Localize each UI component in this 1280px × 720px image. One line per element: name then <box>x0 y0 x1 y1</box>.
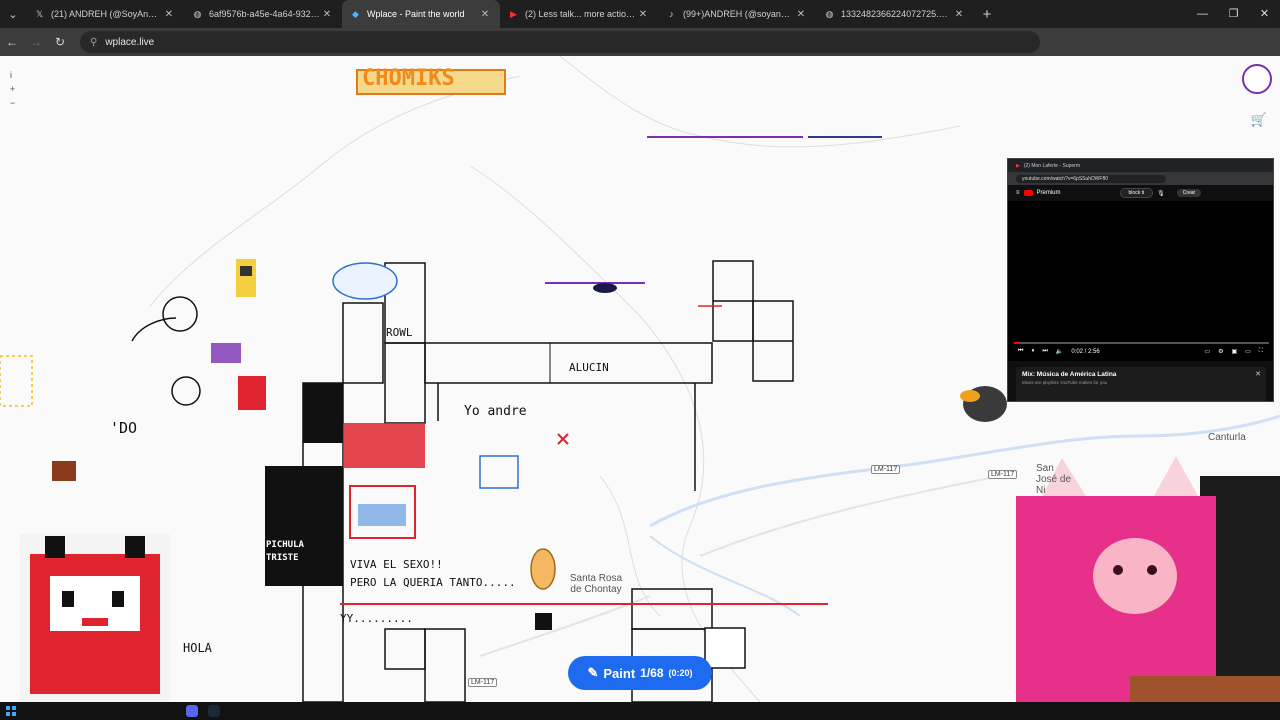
canvas-text-pichula: PICHULA <box>266 540 304 550</box>
road-label: LM-117 <box>871 465 901 474</box>
pip-url-input[interactable]: youtube.com/watch?v=6pSSuhDWFfI0 <box>1016 174 1166 183</box>
volume-icon[interactable]: 🔈 <box>1056 348 1063 355</box>
road-label: LM-117 <box>468 678 498 687</box>
tab-tiktok[interactable]: ♪ (99+)ANDREH (@soyandreh) | ✕ <box>658 0 816 28</box>
minimize-icon[interactable]: — <box>1187 0 1218 28</box>
windows-start-icon[interactable] <box>6 706 16 716</box>
previous-icon[interactable]: ⏮ <box>1018 348 1023 355</box>
canvas-text-rowl: ROWL <box>386 326 413 339</box>
steam-icon[interactable] <box>208 705 220 717</box>
map-side-controls: i + − <box>10 68 22 110</box>
youtube-logo-icon[interactable] <box>1023 190 1033 196</box>
menu-icon[interactable]: ≡ <box>1016 190 1020 196</box>
paint-button[interactable]: ✎ Paint 1/68 (0:20) <box>568 656 712 690</box>
tab-x[interactable]: 𝕏 (21) ANDREH (@SoyAndreh) / X ✕ <box>26 0 184 28</box>
canvas-text-yy: YY......... <box>340 612 413 625</box>
settings-gear-icon[interactable]: ⚙ <box>1218 348 1223 355</box>
canvas-text-alucin: ALUCIN <box>569 361 609 374</box>
tab-png[interactable]: ◍ 1332482366224072725.png (1 ✕ <box>816 0 974 28</box>
info-icon[interactable]: i <box>10 68 22 82</box>
mix-playlist-card[interactable]: Mix: Música de América Latina Mixes are … <box>1016 367 1266 401</box>
pip-browser-window[interactable]: ▶ (2) Mon Laferte - Superm youtube.com/w… <box>1007 158 1274 402</box>
pip-address-bar: youtube.com/watch?v=6pSSuhDWFfI0 <box>1008 172 1273 185</box>
close-icon[interactable]: ✕ <box>636 9 650 20</box>
youtube-icon: ▶ <box>1016 162 1020 169</box>
place-san-jose: San José de Ni <box>1036 463 1072 496</box>
video-player[interactable] <box>1008 201 1273 361</box>
wplace-user-icon[interactable] <box>1242 64 1272 94</box>
url-input[interactable]: ⚲ wplace.live <box>80 31 1040 53</box>
forward-icon[interactable]: → <box>24 35 48 49</box>
road-label: LM-117 <box>988 470 1018 479</box>
tab-youtube[interactable]: ▶ (2) Less talk... more action. / Lo ✕ <box>500 0 658 28</box>
discord-icon[interactable] <box>186 705 198 717</box>
canvas-text-yo-andre: Yo andre <box>464 404 527 419</box>
place-santa-rosa: Santa Rosa de Chontay <box>569 573 623 595</box>
site-info-icon[interactable]: ⚲ <box>90 37 97 48</box>
tab-search-icon[interactable]: ⌄ <box>0 0 26 28</box>
place-canturla: Canturla <box>1208 432 1246 443</box>
pip-tab-strip: ▶ (2) Mon Laferte - Superm <box>1008 159 1273 172</box>
os-taskbar <box>0 702 1280 720</box>
brush-icon: ✎ <box>587 665 599 680</box>
canvas-text-chomiks: CHOMIKS <box>362 66 455 91</box>
tab-strip: ⌄ 𝕏 (21) ANDREH (@SoyAndreh) / X ✕ ◍ 6af… <box>0 0 1280 28</box>
back-icon[interactable]: ← <box>0 35 24 49</box>
video-controls: ⏮ ⏸ ⏭ 🔈 0:02 / 2:56 <box>1018 348 1100 355</box>
video-right-controls: ▭ ⚙ ▣ ▭ ⛶ <box>1204 348 1263 355</box>
video-progress-fill <box>1014 342 1020 344</box>
close-icon[interactable]: ✕ <box>794 9 808 20</box>
canvas-text-pero: PERO LA QUERIA TANTO..... <box>350 576 516 589</box>
wplace-icon: ◆ <box>352 8 359 19</box>
close-icon[interactable]: ✕ <box>320 9 334 20</box>
tiktok-icon: ♪ <box>669 9 674 19</box>
next-icon[interactable]: ⏭ <box>1042 348 1047 355</box>
tab-uuid[interactable]: ◍ 6af9576b-a45e-4a64-9326-805 ✕ <box>184 0 342 28</box>
yt-header: ≡ Premium block ti 🎙 Crear <box>1008 185 1273 201</box>
new-tab-button[interactable]: + <box>974 6 1000 23</box>
tab-wplace[interactable]: ◆ Wplace - Paint the world ✕ <box>342 0 500 28</box>
restore-icon[interactable]: ❐ <box>1218 0 1249 28</box>
globe-icon: ◍ <box>825 8 834 19</box>
canvas-text-triste: TRISTE <box>266 553 299 563</box>
close-window-icon[interactable]: ✕ <box>1249 0 1280 28</box>
mic-icon[interactable]: 🎙 <box>1157 190 1165 197</box>
miniplayer-icon[interactable]: ▣ <box>1231 348 1237 355</box>
close-icon[interactable]: ✕ <box>478 9 492 20</box>
window-controls: — ❐ ✕ <box>1187 0 1280 28</box>
canvas-text-hola: HOLA <box>183 641 212 655</box>
captions-icon[interactable]: ▭ <box>1204 348 1210 355</box>
canvas-text-do: 'DO <box>110 419 138 437</box>
close-icon[interactable]: ✕ <box>1255 370 1261 378</box>
globe-icon: ◍ <box>193 8 202 19</box>
address-bar-row: ← → ↻ ⚲ wplace.live ⇩ 文 ☆ ♫ ⧉ ≡ ⋮ <box>0 28 1280 77</box>
youtube-icon: ▶ <box>510 8 517 19</box>
fullscreen-icon[interactable]: ⛶ <box>1259 348 1263 355</box>
close-icon[interactable]: ✕ <box>162 9 176 20</box>
yt-search-input[interactable]: block ti <box>1119 188 1154 198</box>
video-progress-bar[interactable] <box>1014 342 1269 344</box>
close-icon[interactable]: ✕ <box>952 9 966 20</box>
canvas-text-viva: VIVA EL SEXO!! <box>350 558 443 571</box>
reload-icon[interactable]: ↻ <box>48 35 72 49</box>
x-logo-icon: 𝕏 <box>35 8 44 19</box>
video-time: 0:02 / 2:56 <box>1071 348 1100 355</box>
pause-icon[interactable]: ⏸ <box>1031 348 1034 355</box>
store-cart-icon[interactable]: 🛒 <box>1250 112 1268 130</box>
zoom-in-icon[interactable]: + <box>10 82 22 96</box>
create-button[interactable]: Crear <box>1176 189 1202 197</box>
theater-icon[interactable]: ▭ <box>1245 348 1251 355</box>
zoom-out-icon[interactable]: − <box>10 96 22 110</box>
